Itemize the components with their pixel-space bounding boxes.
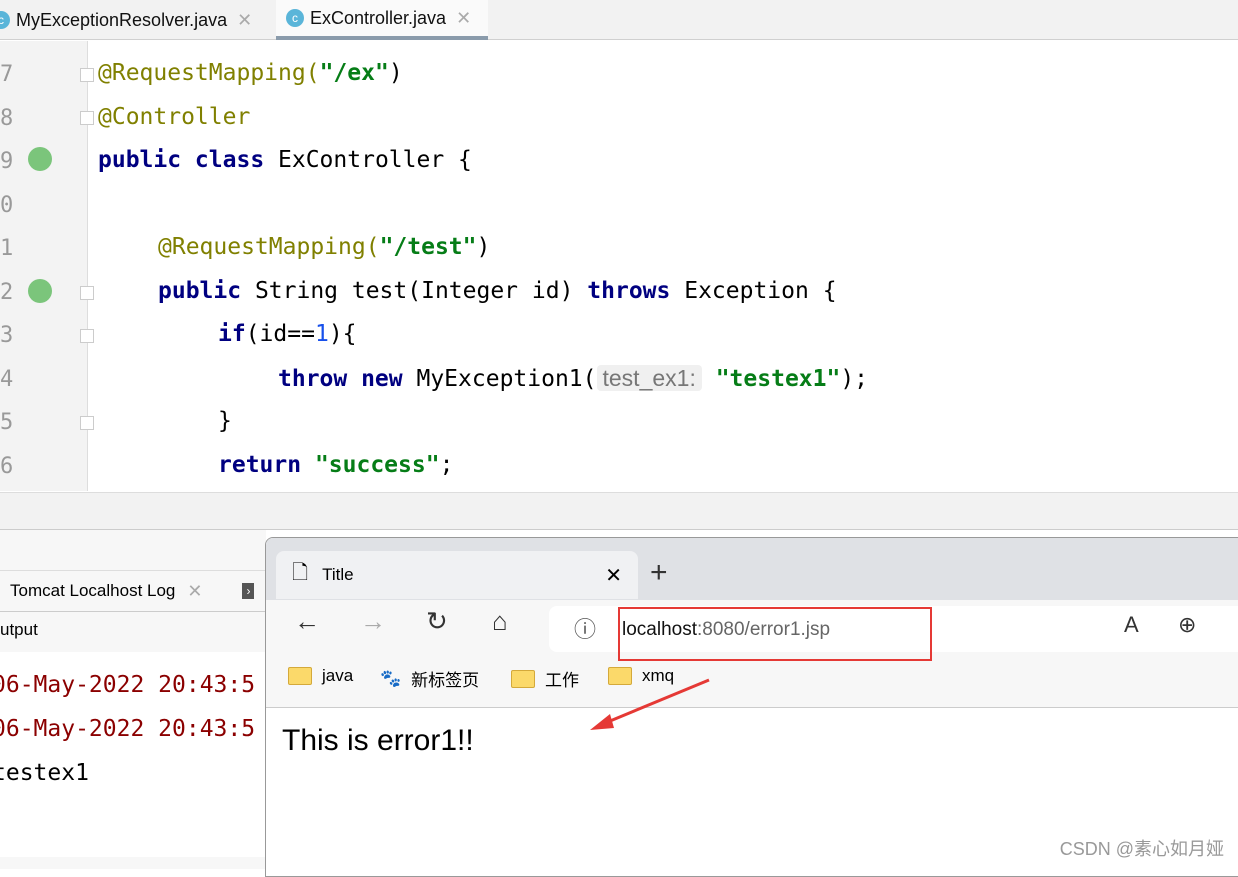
highlight-box bbox=[618, 607, 932, 661]
tab-tomcat-localhost-log[interactable]: Tomcat Localhost Log ✕ › bbox=[0, 570, 266, 612]
code-line: @Controller bbox=[98, 104, 251, 130]
output-label: utput bbox=[0, 620, 38, 639]
back-icon[interactable]: ← bbox=[294, 606, 320, 637]
class-icon: c bbox=[0, 11, 10, 29]
tab-myexceptionresolver[interactable]: c MyExceptionResolver.java ✕ bbox=[0, 0, 267, 40]
close-icon[interactable]: ✕ bbox=[456, 8, 471, 29]
read-aloud-icon[interactable]: A bbox=[1124, 612, 1139, 638]
code-line: throw new MyException1(test_ex1: "testex… bbox=[278, 365, 869, 392]
editor-separator bbox=[0, 492, 1238, 530]
line-number: 2 bbox=[0, 280, 14, 305]
close-icon[interactable]: ✕ bbox=[187, 581, 202, 602]
line-number: 3 bbox=[0, 323, 14, 348]
parameter-hint: test_ex1: bbox=[596, 365, 702, 391]
fold-icon[interactable] bbox=[80, 286, 94, 300]
bookmark-java[interactable]: java bbox=[288, 666, 353, 686]
page-content: This is error1!! bbox=[282, 724, 474, 757]
browser-window: 🗋 Title ✕ + ← → ↻ ⌂ ⓘ localhost:8080/error… bbox=[265, 537, 1238, 877]
refresh-icon[interactable]: ↻ bbox=[426, 606, 448, 637]
bookmark-work[interactable]: 工作 bbox=[511, 666, 579, 691]
home-icon[interactable]: ⌂ bbox=[492, 606, 508, 637]
code-line: return "success"; bbox=[218, 452, 454, 478]
browser-tab[interactable]: 🗋 Title ✕ bbox=[276, 551, 638, 599]
info-icon[interactable]: ⓘ bbox=[574, 612, 596, 644]
baidu-icon: 🐾 bbox=[380, 668, 402, 688]
line-number: 4 bbox=[0, 367, 14, 392]
watermark: CSDN @素心如月娅 bbox=[1059, 839, 1224, 859]
line-number: 0 bbox=[0, 193, 14, 218]
line-number: 6 bbox=[0, 454, 14, 479]
fold-icon[interactable] bbox=[80, 329, 94, 343]
log-line: 06-May-2022 20:43:5 bbox=[0, 672, 256, 698]
line-number: 1 bbox=[0, 236, 14, 261]
class-icon: c bbox=[286, 9, 304, 27]
log-line: testex1 bbox=[0, 760, 89, 786]
zoom-icon[interactable]: ⊕ bbox=[1178, 612, 1196, 638]
code-line: public String test(Integer id) throws Ex… bbox=[158, 278, 837, 304]
folder-icon bbox=[288, 667, 312, 685]
spring-web-icon[interactable] bbox=[28, 279, 52, 303]
fold-icon[interactable] bbox=[80, 68, 94, 82]
code-line: if(id==1){ bbox=[218, 321, 357, 347]
line-number: 5 bbox=[0, 410, 14, 435]
line-number: 8 bbox=[0, 106, 14, 131]
line-number: 9 bbox=[0, 149, 14, 174]
red-arrow-annotation bbox=[590, 678, 710, 730]
folder-icon bbox=[511, 669, 535, 688]
more-tabs-icon[interactable]: › bbox=[242, 583, 255, 599]
console-output: 06-May-2022 20:43:5 06-May-2022 20:43:5 … bbox=[0, 652, 266, 857]
code-line: @RequestMapping("/ex") bbox=[98, 60, 403, 86]
spring-bean-icon[interactable] bbox=[28, 147, 52, 171]
close-icon[interactable]: ✕ bbox=[237, 10, 252, 31]
code-line: public class ExController { bbox=[98, 147, 472, 173]
code-line: } bbox=[218, 408, 232, 434]
forward-icon[interactable]: → bbox=[360, 606, 386, 637]
code-line: @RequestMapping("/test") bbox=[158, 234, 491, 260]
fold-icon[interactable] bbox=[80, 416, 94, 430]
log-line: 06-May-2022 20:43:5 bbox=[0, 716, 256, 742]
fold-icon[interactable] bbox=[80, 111, 94, 125]
page-icon: 🗋 bbox=[292, 562, 309, 584]
close-tab-icon[interactable]: ✕ bbox=[605, 563, 622, 588]
tab-excontroller[interactable]: c ExController.java ✕ bbox=[276, 0, 488, 40]
bookmark-new-tab[interactable]: 🐾 新标签页 bbox=[380, 666, 479, 691]
line-number: 7 bbox=[0, 62, 14, 87]
new-tab-button[interactable]: + bbox=[650, 556, 668, 590]
editor-tabs: c MyExceptionResolver.java ✕ c ExController… bbox=[0, 0, 1238, 40]
